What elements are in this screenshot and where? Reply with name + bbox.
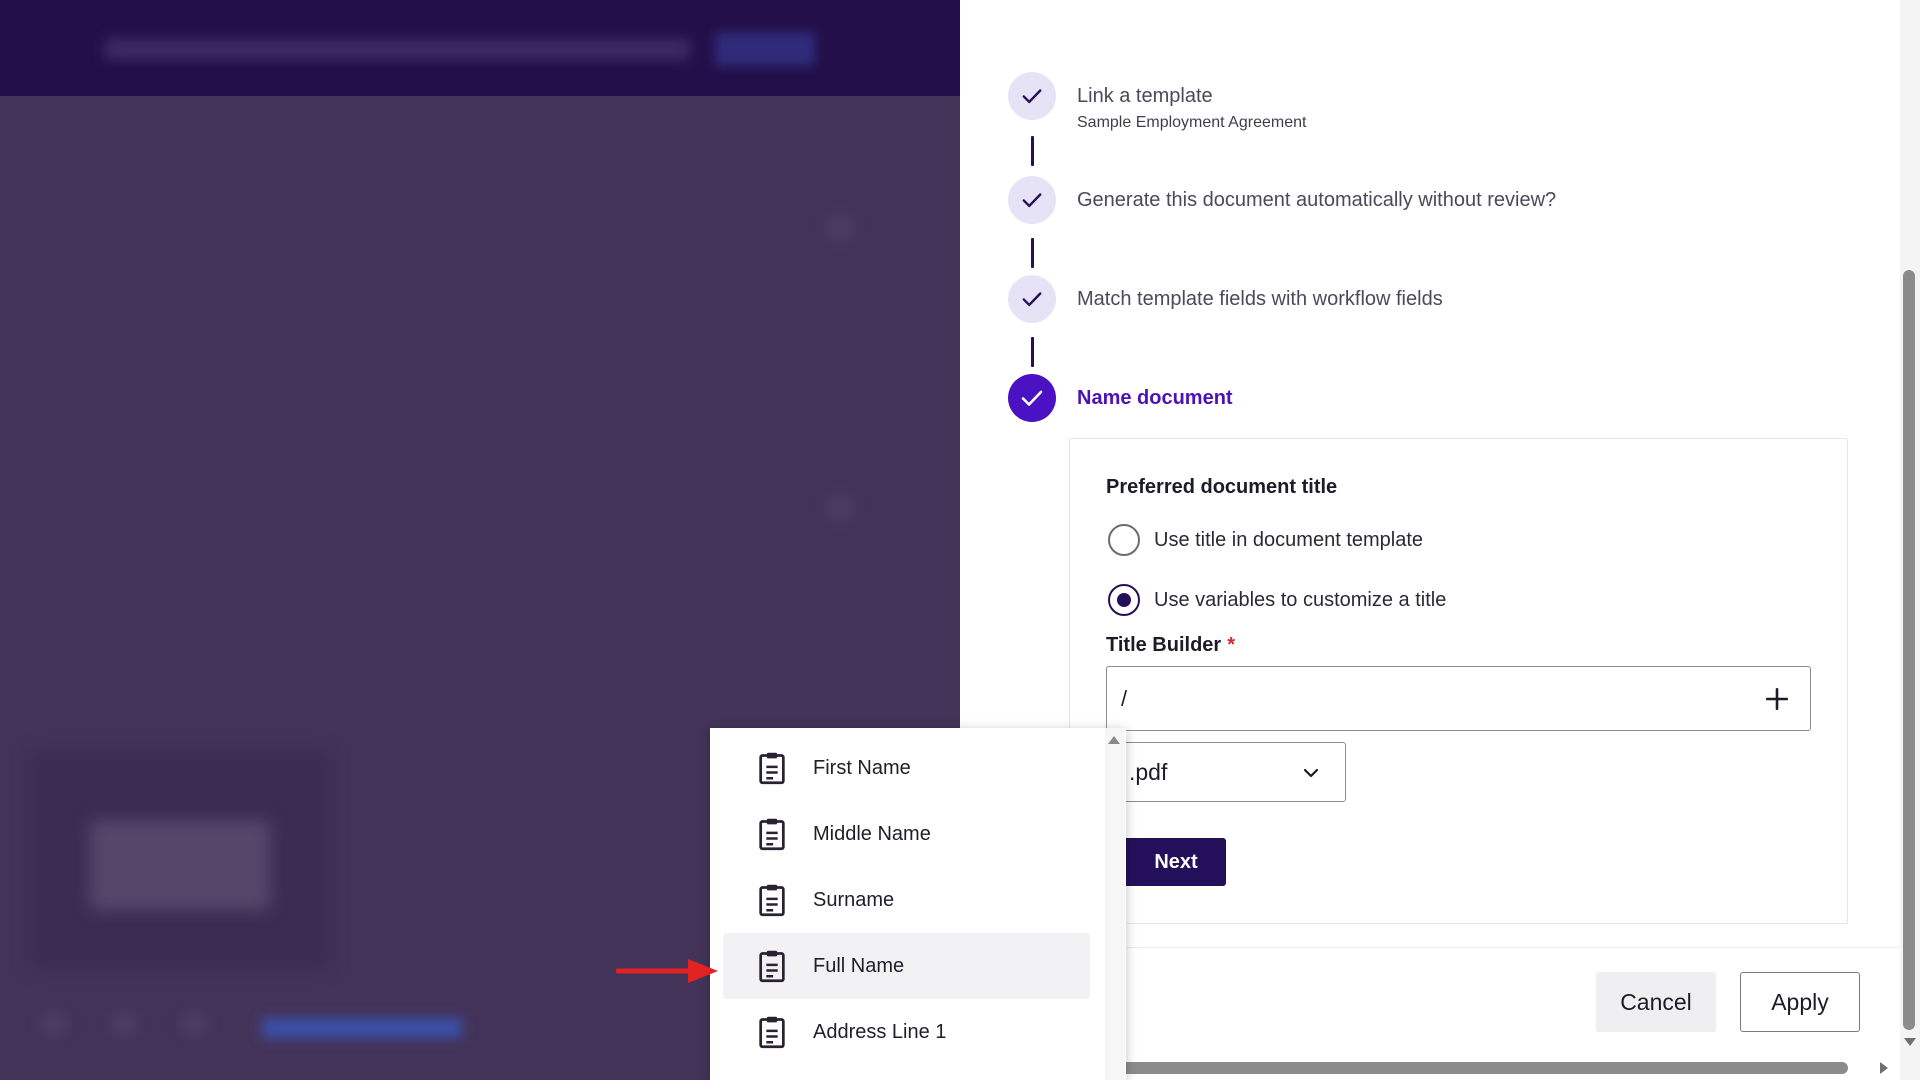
background-dot bbox=[110, 1010, 138, 1038]
step-label: Generate this document automatically wit… bbox=[1077, 189, 1557, 211]
step-label: Link a template bbox=[1077, 85, 1213, 107]
cancel-button[interactable]: Cancel bbox=[1596, 972, 1716, 1032]
step-connector bbox=[1031, 238, 1034, 268]
clipboard-icon bbox=[759, 950, 785, 983]
check-icon bbox=[1022, 193, 1042, 208]
background-card-inner bbox=[90, 820, 270, 910]
menu-item-label: Surname bbox=[813, 888, 895, 911]
step-complete-badge bbox=[1008, 176, 1056, 224]
radio-dot bbox=[1117, 593, 1131, 607]
radio-use-variables[interactable]: Use variables to customize a title bbox=[1108, 584, 1446, 616]
clipboard-icon bbox=[759, 752, 785, 785]
extension-select[interactable]: .pdf bbox=[1106, 742, 1346, 802]
step-complete-badge bbox=[1008, 72, 1056, 120]
step-connector bbox=[1031, 136, 1034, 166]
step-connector bbox=[1031, 337, 1034, 367]
menu-item-label: Address Line 1 bbox=[813, 1020, 947, 1043]
check-icon bbox=[1021, 390, 1043, 406]
step-complete-badge bbox=[1008, 275, 1056, 323]
radio-use-template-title[interactable]: Use title in document template bbox=[1108, 524, 1423, 556]
menu-item-label: Full Name bbox=[813, 954, 905, 977]
background-button-blur bbox=[715, 32, 815, 66]
variable-menu-scrollbar[interactable] bbox=[1105, 728, 1125, 1080]
title-builder-text: Title Builder bbox=[1106, 634, 1222, 656]
step-match-fields[interactable]: Match template fields with workflow fiel… bbox=[1008, 275, 1443, 323]
check-icon bbox=[1022, 89, 1042, 104]
radio-label: Use variables to customize a title bbox=[1154, 588, 1447, 611]
horizontal-scroll-thumb[interactable] bbox=[1120, 1062, 1848, 1074]
scroll-right-arrow-icon[interactable] bbox=[1880, 1062, 1888, 1074]
radio-button[interactable] bbox=[1108, 524, 1140, 556]
plus-icon[interactable] bbox=[1764, 686, 1790, 712]
clipboard-icon bbox=[759, 884, 785, 917]
clipboard-icon bbox=[759, 1016, 785, 1049]
check-icon bbox=[1022, 292, 1042, 307]
background-text-blur bbox=[105, 38, 690, 60]
step-link-template[interactable]: Link a template Sample Employment Agreem… bbox=[1008, 72, 1306, 132]
step-name-document[interactable]: Name document bbox=[1008, 374, 1233, 422]
background-dot bbox=[826, 494, 854, 522]
chevron-down-icon bbox=[1303, 768, 1319, 778]
footer-divider bbox=[1126, 947, 1900, 948]
menu-item-full-name[interactable]: Full Name bbox=[723, 933, 1090, 999]
clipboard-icon bbox=[759, 818, 785, 851]
background-dot bbox=[826, 214, 854, 242]
step-sublabel: Sample Employment Agreement bbox=[1077, 114, 1307, 131]
preferred-title-heading: Preferred document title bbox=[1106, 476, 1338, 498]
scroll-up-arrow-icon[interactable] bbox=[1108, 736, 1120, 744]
background-dot bbox=[180, 1010, 208, 1038]
title-builder-value: / bbox=[1121, 685, 1128, 711]
menu-item-label: First Name bbox=[813, 756, 911, 779]
radio-button-checked[interactable] bbox=[1108, 584, 1140, 616]
scroll-down-arrow-icon[interactable] bbox=[1904, 1038, 1916, 1046]
step-label: Match template fields with workflow fiel… bbox=[1077, 288, 1443, 310]
title-builder-label: Title Builder * bbox=[1106, 634, 1235, 657]
extension-value: .pdf bbox=[1129, 758, 1168, 785]
step-generate-automatically[interactable]: Generate this document automatically wit… bbox=[1008, 176, 1556, 224]
background-dot bbox=[40, 1010, 68, 1038]
step-label: Name document bbox=[1077, 387, 1233, 409]
step-active-badge bbox=[1008, 374, 1056, 422]
title-builder-input[interactable]: / bbox=[1106, 666, 1811, 731]
arrow-right-icon bbox=[616, 959, 718, 983]
required-marker: * bbox=[1227, 634, 1236, 656]
radio-label: Use title in document template bbox=[1154, 528, 1424, 551]
background-link bbox=[262, 1018, 462, 1038]
menu-item-first-name[interactable]: First Name bbox=[723, 735, 1090, 801]
menu-item-surname[interactable]: Surname bbox=[723, 867, 1090, 933]
vertical-scroll-thumb[interactable] bbox=[1903, 270, 1915, 1030]
apply-button[interactable]: Apply bbox=[1740, 972, 1860, 1032]
menu-item-middle-name[interactable]: Middle Name bbox=[723, 801, 1090, 867]
menu-item-address-line-1[interactable]: Address Line 1 bbox=[723, 999, 1090, 1065]
menu-item-label: Middle Name bbox=[813, 822, 931, 845]
